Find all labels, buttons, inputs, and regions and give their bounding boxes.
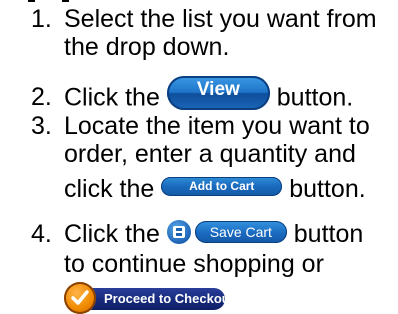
- step-text: click the Add to Cart button.: [64, 174, 366, 204]
- cropped-glyph: [28, 0, 35, 2]
- floppy-disk-icon: [166, 220, 191, 245]
- step-text-after: button.: [276, 83, 354, 112]
- step-text-after: button.: [289, 175, 366, 203]
- step-number: 4.: [31, 220, 52, 248]
- step-text-before: click the: [64, 175, 155, 203]
- cropped-glyph: [62, 0, 69, 2]
- step-number: 3.: [31, 112, 52, 140]
- checkmark-icon-graphic: [71, 290, 89, 305]
- step-text: order, enter a quantity and: [64, 140, 356, 168]
- step-text: Select the list you want from: [64, 5, 377, 33]
- step-text-before: Click the: [64, 220, 160, 248]
- proceed-to-checkout-button[interactable]: Proceed to Checkout: [64, 282, 234, 314]
- checkmark-icon: [64, 282, 96, 314]
- add-to-cart-button[interactable]: Add to Cart: [161, 176, 283, 196]
- step-number: 1.: [31, 5, 52, 33]
- view-button[interactable]: View: [166, 76, 270, 110]
- step-text: Click the Save Cart button: [64, 219, 363, 249]
- step-text: the drop down.: [64, 33, 230, 61]
- step-text: to continue shopping or: [64, 250, 324, 278]
- checkout-label[interactable]: Proceed to Checkout: [90, 288, 234, 310]
- step-text-after: button: [293, 220, 364, 248]
- step-text: Locate the item you want to: [64, 112, 370, 140]
- save-cart-button[interactable]: Save Cart: [194, 221, 287, 244]
- save-cart-control[interactable]: Save Cart: [166, 220, 287, 245]
- step-number: 2.: [31, 83, 52, 111]
- step-text-before: Click the: [64, 83, 160, 112]
